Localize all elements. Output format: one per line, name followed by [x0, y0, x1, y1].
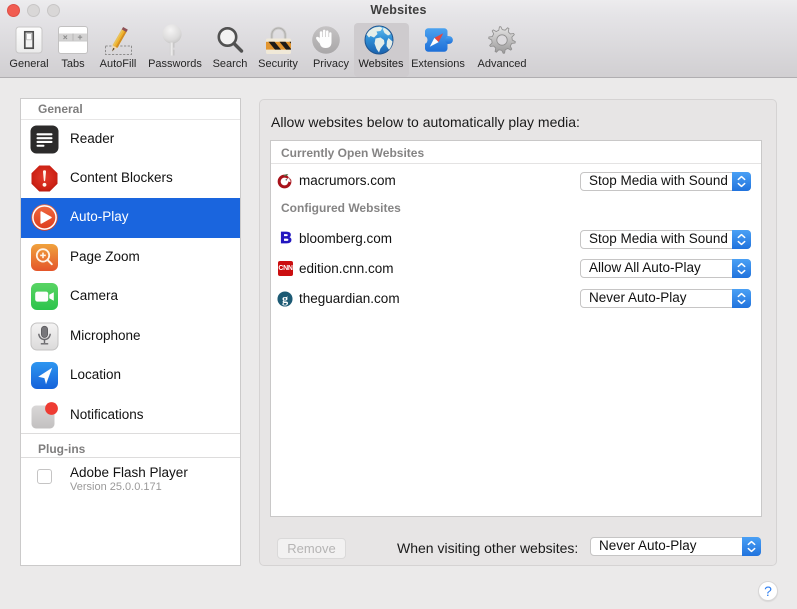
svg-text:g: g — [282, 292, 288, 306]
